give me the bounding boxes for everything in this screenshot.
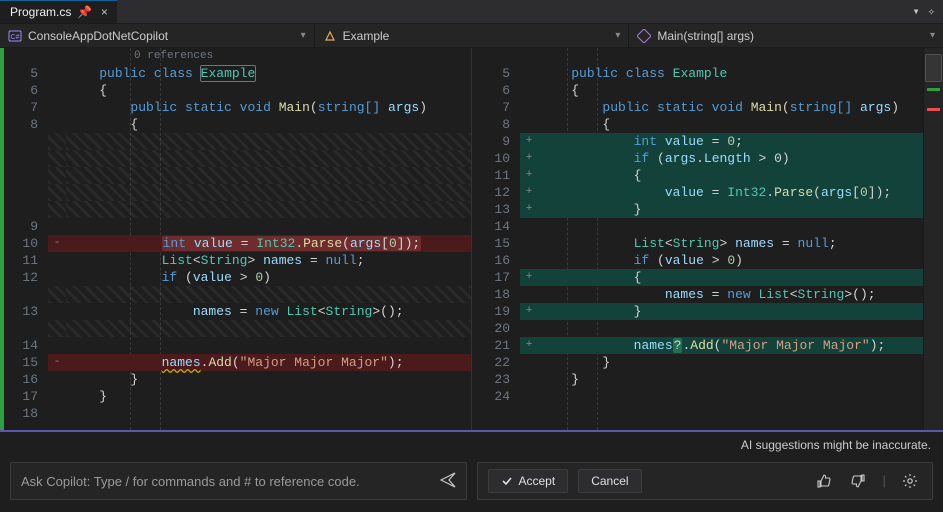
chevron-down-icon: ▾ [930,30,935,41]
chevron-down-icon: ▾ [301,30,306,41]
diff-plus-icon: + [520,133,538,150]
method-icon [637,29,651,43]
breadcrumb-class-label: Example [343,29,606,43]
diff-minus-icon: - [48,235,66,252]
copilot-actions: Accept Cancel | [477,462,934,500]
tab-row-actions: ▾ ✧ [905,4,943,19]
accept-label: Accept [519,474,556,488]
thumbs-down-icon[interactable] [846,469,870,493]
thumbs-up-icon[interactable] [812,469,836,493]
copilot-panel: AI suggestions might be inaccurate. Ask … [0,430,943,512]
send-icon[interactable] [440,472,456,491]
line-number: 5 [0,65,48,82]
breadcrumb-project-label: ConsoleAppDotNetCopilot [28,29,291,43]
overview-ruler[interactable] [923,48,943,430]
gear-icon[interactable] [898,469,922,493]
overview-mark-error [927,108,940,111]
diff-minus-icon: - [48,354,66,371]
preview-icon[interactable]: ✧ [928,4,935,19]
close-icon[interactable]: × [97,5,111,19]
chevron-down-icon: ▾ [615,30,620,41]
copilot-input[interactable]: Ask Copilot: Type / for commands and # t… [10,462,467,500]
cancel-label: Cancel [591,474,628,488]
diff-pane-right[interactable]: 5 public class Example 6 { 7 public stat… [472,48,943,430]
breadcrumb-bar: C# ConsoleAppDotNetCopilot ▾ Example ▾ M… [0,24,943,48]
diff-view: 0 references 5 public class Example 6 { … [0,48,943,430]
code-left[interactable]: 0 references 5 public class Example 6 { … [0,48,471,430]
csharp-project-icon: C# [8,29,22,43]
overview-mark-add [927,88,940,91]
code-right[interactable]: 5 public class Example 6 { 7 public stat… [472,48,923,430]
pin-icon[interactable]: 📌 [77,5,91,19]
class-icon [323,29,337,43]
copilot-placeholder: Ask Copilot: Type / for commands and # t… [21,474,360,489]
document-tab-row: Program.cs 📌 × ▾ ✧ [0,0,943,24]
scrollbar-thumb[interactable] [925,54,942,82]
breadcrumb-method[interactable]: Main(string[] args) ▾ [629,24,943,47]
svg-text:C#: C# [11,34,20,41]
document-tab-title: Program.cs [10,5,71,19]
codelens-references[interactable]: 0 references [134,50,213,62]
window-dropdown-icon[interactable]: ▾ [913,4,920,19]
breadcrumb-method-label: Main(string[] args) [657,29,920,43]
accept-button[interactable]: Accept [488,469,569,493]
cancel-button[interactable]: Cancel [578,469,641,493]
document-tab-program[interactable]: Program.cs 📌 × [0,0,117,23]
diff-pane-left[interactable]: 0 references 5 public class Example 6 { … [0,48,472,430]
breadcrumb-project[interactable]: C# ConsoleAppDotNetCopilot ▾ [0,24,315,47]
breadcrumb-class[interactable]: Example ▾ [315,24,630,47]
copilot-disclaimer: AI suggestions might be inaccurate. [0,432,943,452]
